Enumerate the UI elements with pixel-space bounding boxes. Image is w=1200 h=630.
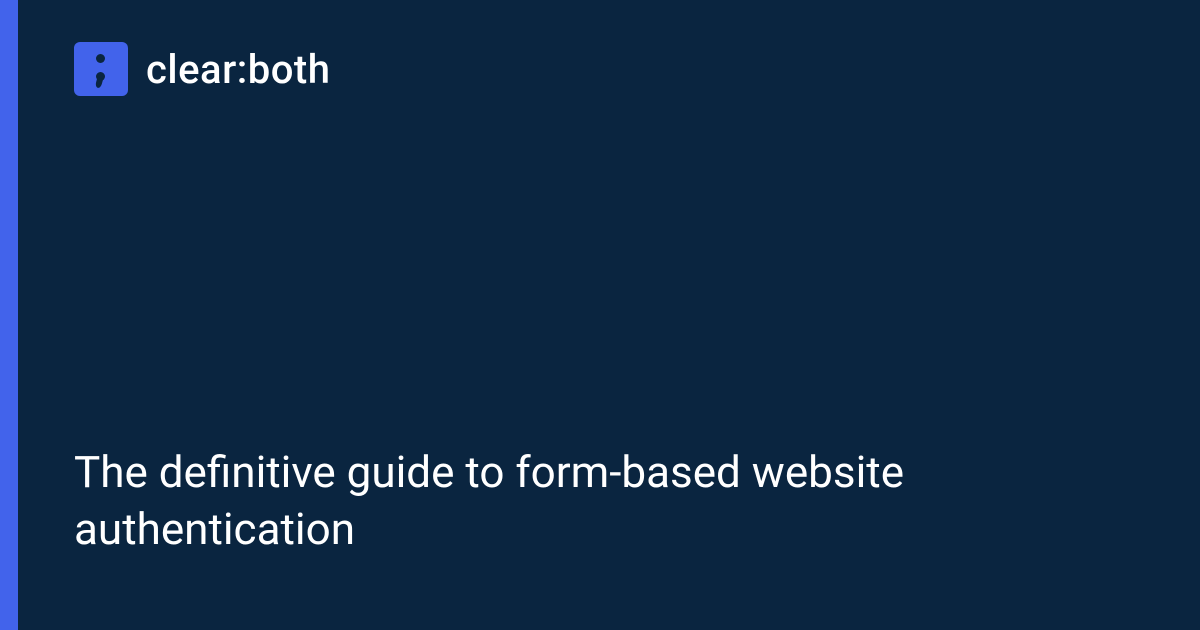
brand-header: clear:both	[74, 42, 1144, 96]
content-area: clear:both The definitive guide to form-…	[18, 0, 1200, 630]
logo-icon	[74, 42, 128, 96]
article-title: The definitive guide to form-based websi…	[74, 444, 1124, 588]
accent-stripe	[0, 0, 18, 630]
brand-name: clear:both	[146, 46, 330, 93]
semicolon-icon	[91, 52, 111, 86]
